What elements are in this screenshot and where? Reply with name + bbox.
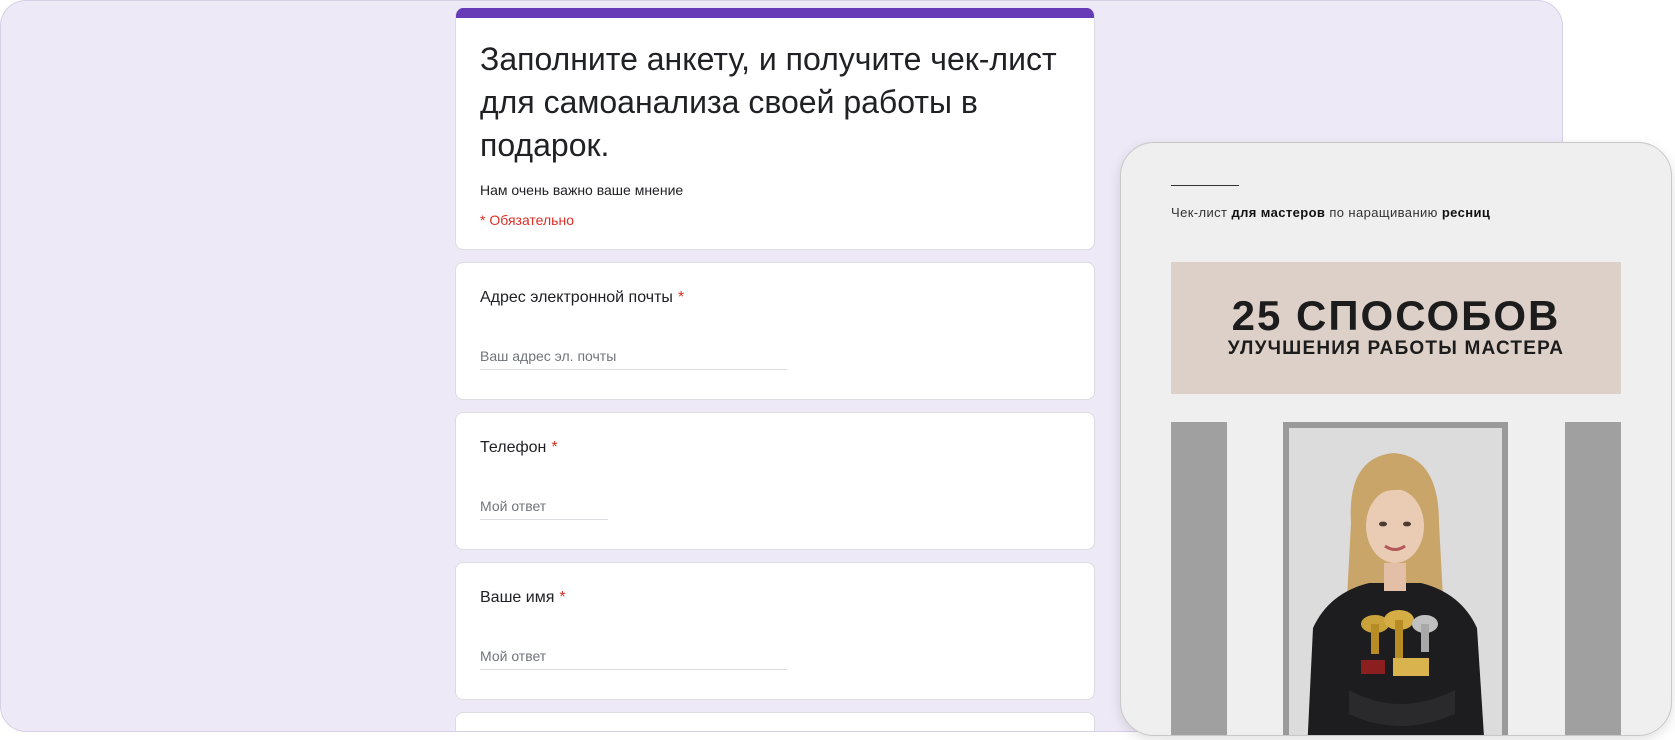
checklist-banner: 25 СПОСОБОВ УЛУЧШЕНИЯ РАБОТЫ МАСТЕРА (1171, 262, 1621, 394)
decor-stripe-right (1565, 422, 1621, 735)
checklist-subtitle-part2: по наращиванию (1325, 205, 1442, 220)
checklist-subtitle-bold1: для мастеров (1231, 205, 1326, 220)
question-email-label: Адрес электронной почты * (480, 289, 684, 307)
master-photo (1289, 428, 1502, 735)
form-title: Заполните анкету, и получите чек-лист дл… (480, 41, 1057, 163)
required-star: * (551, 439, 558, 456)
master-photo-frame (1283, 422, 1508, 735)
question-name-card: Ваше имя * (455, 562, 1095, 700)
question-name-text: Ваше имя (480, 589, 555, 606)
question-phone-card: Телефон * (455, 412, 1095, 550)
question-phone-label: Телефон * (480, 439, 558, 457)
form-description: Нам очень важно ваше мнение (480, 182, 684, 198)
checklist-subtitle-bold2: ресниц (1441, 205, 1491, 220)
checklist-subtitle: Чек-лист для мастеров по наращиванию рес… (1171, 205, 1490, 220)
checklist-subtitle-part1: Чек-лист (1171, 205, 1232, 220)
question-phone-text: Телефон (480, 439, 547, 456)
question-email-text: Адрес электронной почты (480, 289, 673, 306)
decor-stripe-left (1171, 422, 1227, 735)
checklist-banner-title: 25 СПОСОБОВ (1231, 292, 1561, 339)
phone-input[interactable] (480, 493, 608, 520)
question-email-card: Адрес электронной почты * (455, 262, 1095, 400)
checklist-preview-card: Чек-лист для мастеров по наращиванию рес… (1120, 142, 1672, 736)
question-name-label: Ваше имя * (480, 589, 566, 607)
required-star: * (559, 589, 566, 606)
checklist-divider (1171, 185, 1239, 186)
required-star: * (677, 289, 685, 306)
required-note: * Обязательно (480, 212, 574, 228)
checklist-banner-subtitle: УЛУЧШЕНИЯ РАБОТЫ МАСТЕРА (1227, 338, 1565, 359)
form-header-card: Заполните анкету, и получите чек-лист дл… (455, 8, 1095, 250)
question-next-card (455, 712, 1095, 731)
name-input[interactable] (480, 643, 787, 670)
form-accent-bar (456, 8, 1094, 18)
master-photo-illustration (1289, 428, 1502, 735)
email-input[interactable] (480, 343, 787, 370)
